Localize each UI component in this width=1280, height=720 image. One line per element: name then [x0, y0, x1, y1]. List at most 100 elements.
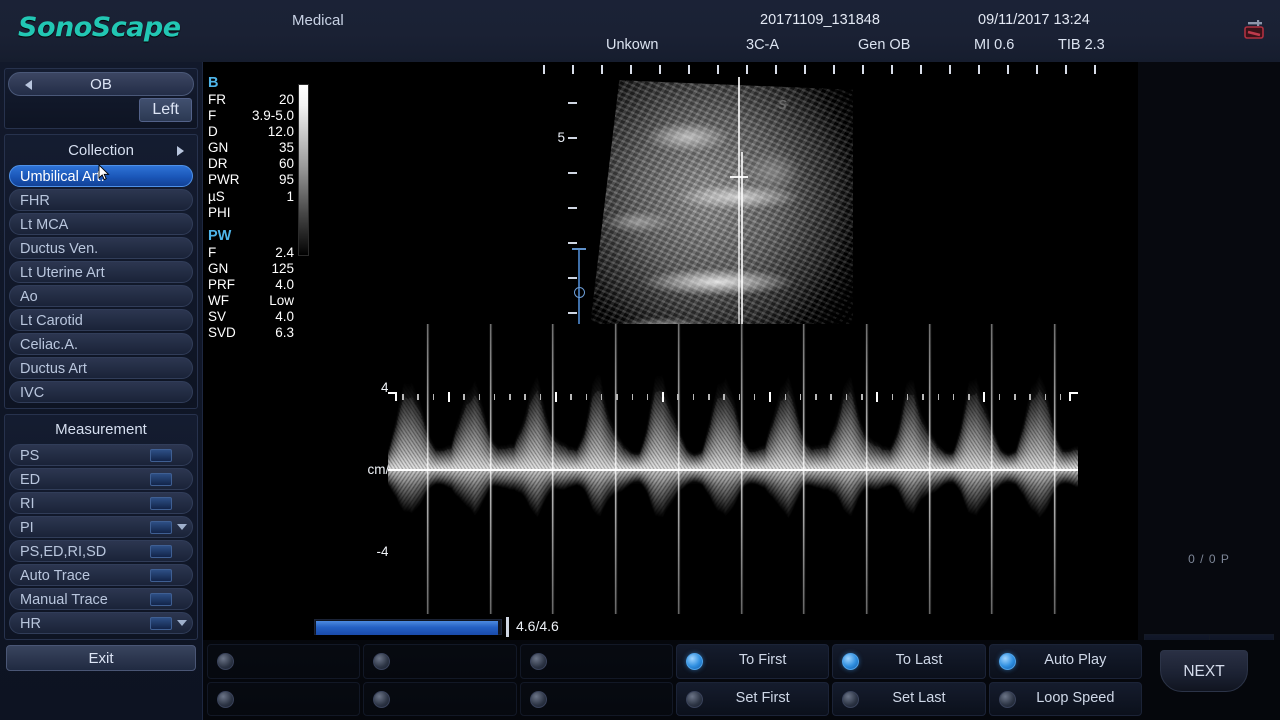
collection-item[interactable]: Lt MCA — [9, 213, 193, 235]
bottom-button-set-last[interactable]: Set Last — [832, 681, 986, 716]
bottom-button-empty[interactable] — [363, 644, 517, 679]
bottom-button-to-last[interactable]: To Last — [832, 644, 986, 679]
time-tick — [402, 394, 404, 400]
collection-item[interactable]: IVC — [9, 381, 193, 403]
collection-item[interactable]: Lt Uterine Art — [9, 261, 193, 283]
measurement-toggle[interactable] — [150, 545, 172, 558]
collection-item[interactable]: Lt Carotid — [9, 309, 193, 331]
parameter-row: µS 1 — [208, 189, 294, 205]
ruler-tick — [1065, 65, 1067, 74]
measurement-toggle[interactable] — [150, 497, 172, 510]
doppler-beam-tick — [730, 176, 748, 178]
doppler-spectrum-display[interactable] — [388, 324, 1078, 614]
collection-header[interactable]: Collection — [8, 138, 194, 163]
time-tick — [509, 394, 511, 400]
caret-left-icon[interactable] — [25, 80, 32, 90]
collection-item[interactable]: Ductus Art — [9, 357, 193, 379]
measurement-toggle[interactable] — [150, 569, 172, 582]
bottom-button-empty[interactable] — [519, 681, 673, 716]
orientation-marker: S — [778, 97, 787, 112]
header-patient-name: Unkown — [606, 37, 659, 53]
bottom-button-label: Set Last — [892, 689, 946, 706]
parameter-key: GN — [208, 140, 229, 156]
bottom-button-empty[interactable] — [519, 644, 673, 679]
measurement-toggle[interactable] — [150, 593, 172, 606]
measurement-item[interactable]: RI — [9, 492, 193, 514]
parameter-value: 3.9-5.0 — [251, 108, 294, 124]
bottom-button-label: To First — [738, 652, 787, 669]
time-tick — [815, 394, 817, 400]
header-probe: 3C-A — [746, 37, 780, 53]
parameter-key: PWR — [208, 172, 240, 188]
caret-right-icon[interactable] — [177, 146, 184, 156]
parameter-key: FR — [208, 92, 226, 107]
parameter-key: D — [208, 124, 218, 140]
pw-mode-label: PW — [208, 227, 232, 244]
collection-item[interactable]: Celiac.A. — [9, 333, 193, 355]
header-thermal-index: TIB 2.3 — [1058, 37, 1105, 53]
sample-volume-cap-top — [572, 248, 586, 250]
measurement-toggle[interactable] — [150, 521, 172, 534]
measurement-toggle[interactable] — [150, 617, 172, 630]
parameter-value: 35 — [278, 140, 294, 156]
parameter-row: WF Low — [208, 293, 294, 309]
cine-progress-bar[interactable]: 4.6/4.6 — [314, 617, 559, 637]
time-tick — [616, 394, 618, 400]
collection-item[interactable]: Umbilical Art. — [9, 165, 193, 187]
chevron-down-icon[interactable] — [177, 620, 187, 626]
parameter-key: µS — [208, 188, 225, 204]
time-tick — [753, 394, 756, 400]
collection-item-label: Celiac.A. — [20, 337, 79, 353]
measurement-item[interactable]: PS — [9, 444, 193, 466]
collection-item-label: Ao — [20, 289, 38, 305]
parameter-row: GN 125 — [208, 261, 294, 277]
time-tick — [585, 394, 588, 400]
measurement-toggle[interactable] — [150, 449, 172, 462]
parameter-value: 60 — [278, 156, 294, 172]
cine-progress-track[interactable] — [314, 619, 502, 635]
measurement-item[interactable]: Auto Trace — [9, 564, 193, 586]
time-tick — [432, 394, 435, 400]
time-tick — [555, 392, 557, 402]
collection-item[interactable]: Ao — [9, 285, 193, 307]
cine-progress-marker[interactable] — [506, 617, 509, 637]
record-indicator-icon[interactable] — [1242, 18, 1268, 42]
bottom-button-empty[interactable] — [363, 681, 517, 716]
measurement-item[interactable]: Manual Trace — [9, 588, 193, 610]
chevron-down-icon[interactable] — [177, 524, 187, 530]
measurement-panel: Measurement PS ED RI PI PS,ED,RI,SD Auto Trac… — [4, 414, 198, 640]
image-counter-label: 0 / 0 P — [1188, 552, 1230, 566]
next-button[interactable]: NEXT — [1160, 650, 1248, 692]
measurement-item-label: Manual Trace — [20, 592, 108, 608]
bottom-button-loop-speed[interactable]: Loop Speed — [988, 681, 1142, 716]
collection-item[interactable]: Ductus Ven. — [9, 237, 193, 259]
time-tick — [830, 394, 832, 400]
bottom-button-empty[interactable] — [207, 644, 361, 679]
ruler-tick — [659, 65, 661, 74]
exit-button[interactable]: Exit — [6, 645, 196, 671]
measurement-toggle[interactable] — [150, 473, 172, 486]
side-tag-label[interactable]: Left — [139, 98, 192, 122]
bottom-button-empty[interactable] — [207, 681, 361, 716]
measurement-item[interactable]: ED — [9, 468, 193, 490]
ruler-tick — [1007, 65, 1009, 74]
measurement-item[interactable]: PI — [9, 516, 193, 538]
parameter-value: 12.0 — [267, 124, 294, 140]
ruler-tick — [775, 65, 777, 74]
header-mechanical-index: MI 0.6 — [974, 37, 1015, 53]
parameter-key: DR — [208, 156, 228, 172]
bottom-button-to-first[interactable]: To First — [675, 644, 830, 679]
measurement-item[interactable]: PS,ED,RI,SD — [9, 540, 193, 562]
main-image-area: B FR 20 F 3.9-5.0 D 12.0 GN 35 DR 60 PWR 95 µS 1 PHI P… — [203, 62, 1138, 640]
parameter-row: F 3.9-5.0 — [208, 108, 294, 124]
bottom-button-set-first[interactable]: Set First — [675, 681, 830, 716]
measurement-item-label: RI — [20, 496, 35, 512]
parameter-row: FR 20 — [208, 92, 294, 108]
time-axis-corner-right-v — [1069, 392, 1071, 401]
left-sidebar: OB Left Collection Umbilical Art. FHR Lt M… — [0, 62, 203, 720]
mode-title-bar[interactable]: OB — [8, 72, 194, 96]
bottom-button-auto-play[interactable]: Auto Play — [988, 644, 1142, 679]
time-tick — [952, 394, 955, 400]
measurement-item[interactable]: HR — [9, 612, 193, 634]
collection-item[interactable]: FHR — [9, 189, 193, 211]
